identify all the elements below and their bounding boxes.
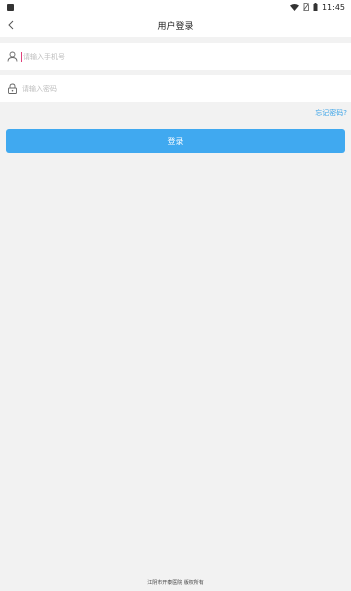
phone-field-row[interactable] — [0, 43, 351, 70]
status-icons: 11:45 — [289, 2, 345, 12]
password-field-row[interactable] — [0, 75, 351, 102]
page-title: 用户登录 — [157, 22, 194, 32]
user-icon — [6, 51, 18, 63]
no-sim-icon — [303, 3, 309, 11]
forgot-password-link[interactable]: 忘记密码? — [315, 108, 347, 118]
login-button[interactable]: 登录 — [6, 129, 345, 153]
copyright-footer: 江阴市开泰医院 版权所有 — [147, 580, 204, 586]
password-input[interactable] — [22, 78, 322, 99]
battery-icon — [313, 3, 318, 11]
phone-input[interactable] — [23, 46, 323, 67]
text-caret — [21, 51, 22, 62]
title-bar: 用户登录 — [0, 14, 351, 37]
status-bar: 11:45 — [0, 0, 351, 14]
wifi-icon — [289, 3, 299, 11]
status-time: 11:45 — [321, 2, 345, 12]
lock-icon — [6, 83, 18, 95]
notification-icon — [7, 3, 14, 11]
